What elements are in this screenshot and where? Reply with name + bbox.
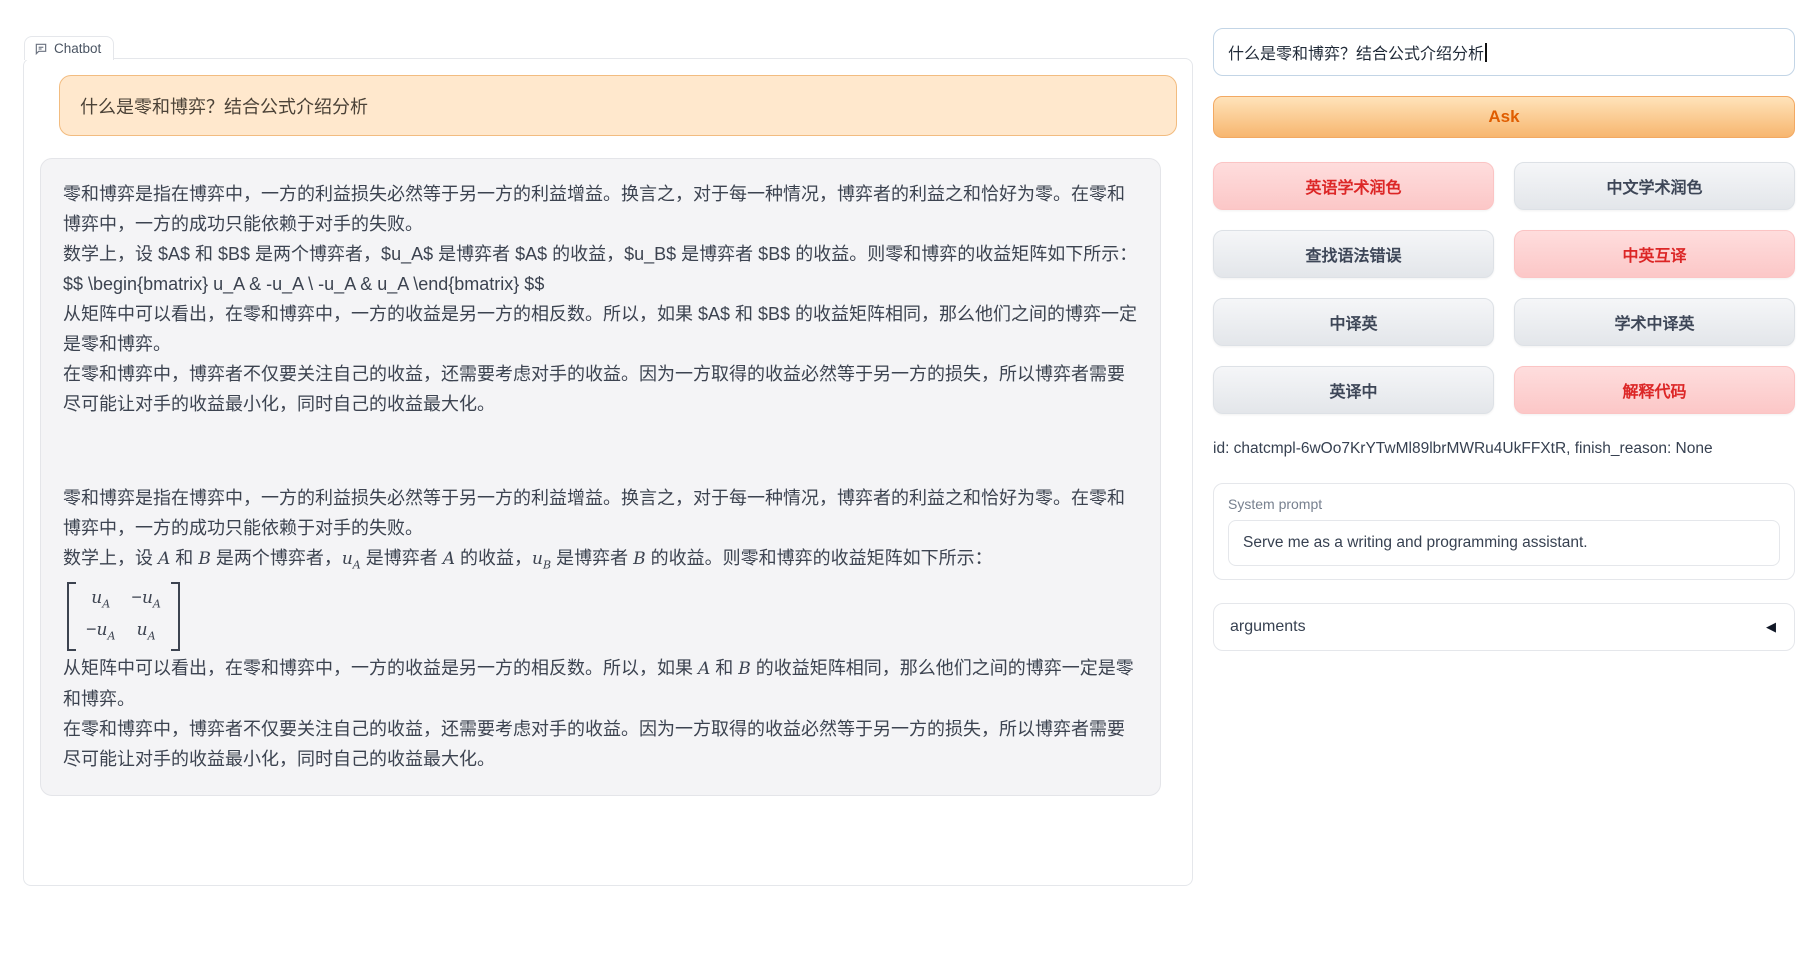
bot-paragraph-raw-2: 数学上，设 $A$ 和 $B$ 是两个博弈者，$u_A$ 是博弈者 $A$ 的收…	[63, 239, 1138, 269]
chat-bubble-icon	[34, 42, 48, 56]
quick-action-zh-to-en[interactable]: 中译英	[1213, 298, 1494, 346]
text-caret	[1485, 43, 1487, 62]
bot-paragraph-rendered-2: 数学上，设 A 和 B 是两个博弈者，uA 是博弈者 A 的收益，uB 是博弈者…	[63, 543, 1138, 580]
matrix-left-bracket	[67, 582, 76, 651]
question-input[interactable]: 什么是零和博弈？结合公式介绍分析	[1213, 28, 1795, 76]
bot-message-bubble: 零和博弈是指在博弈中，一方的利益损失必然等于另一方的利益增益。换言之，对于每一种…	[40, 158, 1161, 796]
system-prompt-value: Serve me as a writing and programming as…	[1243, 534, 1588, 552]
clipped-page-title	[902, 0, 1042, 8]
quick-action-chinese-polish[interactable]: 中文学术润色	[1514, 162, 1795, 210]
bot-paragraph-raw-3: 从矩阵中可以看出，在零和博弈中，一方的收益是另一方的相反数。所以，如果 $A$ …	[63, 299, 1138, 359]
bot-paragraph-rendered-1: 零和博弈是指在博弈中，一方的利益损失必然等于另一方的利益增益。换言之，对于每一种…	[63, 483, 1138, 543]
user-message-bubble: 什么是零和博弈？结合公式介绍分析	[59, 75, 1177, 136]
quick-actions-grid: 英语学术润色 中文学术润色 查找语法错误 中英互译 中译英 学术中译英 英译中 …	[1213, 162, 1795, 414]
ask-button[interactable]: Ask	[1213, 96, 1795, 138]
chatbot-panel-label: Chatbot	[24, 36, 114, 60]
matrix-cell-11: uA	[131, 617, 160, 648]
bot-paragraph-raw-1: 零和博弈是指在博弈中，一方的利益损失必然等于另一方的利益增益。换言之，对于每一种…	[63, 179, 1138, 239]
payoff-matrix: uA −uA −uA uA	[67, 582, 180, 651]
chatbot-panel: Chatbot 什么是零和博弈？结合公式介绍分析 零和博弈是指在博弈中，一方的利…	[23, 58, 1193, 886]
quick-action-en-to-zh[interactable]: 英译中	[1213, 366, 1494, 414]
arguments-accordion-label: arguments	[1230, 618, 1306, 636]
system-prompt-panel: System prompt Serve me as a writing and …	[1213, 483, 1795, 580]
question-input-value: 什么是零和博弈？结合公式介绍分析	[1228, 40, 1484, 64]
user-message-text: 什么是零和博弈？结合公式介绍分析	[80, 93, 368, 119]
quick-action-zh-en-mutual-translate[interactable]: 中英互译	[1514, 230, 1795, 278]
quick-action-english-polish[interactable]: 英语学术润色	[1213, 162, 1494, 210]
bot-paragraph-rendered-4: 在零和博弈中，博弈者不仅要关注自己的收益，还需要考虑对手的收益。因为一方取得的收…	[63, 714, 1138, 774]
chatbot-panel-label-text: Chatbot	[54, 41, 101, 56]
accordion-collapse-icon: ◀	[1766, 619, 1776, 635]
quick-action-find-grammar-errors[interactable]: 查找语法错误	[1213, 230, 1494, 278]
matrix-cell-10: −uA	[86, 617, 115, 648]
response-id-line: id: chatcmpl-6wOo7KrYTwMl89lbrMWRu4UkFFX…	[1213, 440, 1795, 458]
quick-action-academic-zh-to-en[interactable]: 学术中译英	[1514, 298, 1795, 346]
arguments-accordion-header[interactable]: arguments ◀	[1213, 603, 1795, 651]
bot-paragraph-raw-latex: $$ \begin{bmatrix} u_A & -u_A \ -u_A & u…	[63, 269, 1138, 299]
bot-paragraph-rendered-3: 从矩阵中可以看出，在零和博弈中，一方的收益是另一方的相反数。所以，如果 A 和 …	[63, 653, 1138, 714]
matrix-cell-01: −uA	[131, 585, 160, 616]
paragraph-gap	[63, 419, 1138, 483]
matrix-right-bracket	[171, 582, 180, 651]
system-prompt-label: System prompt	[1228, 496, 1780, 512]
bot-paragraph-raw-4: 在零和博弈中，博弈者不仅要关注自己的收益，还需要考虑对手的收益。因为一方取得的收…	[63, 359, 1138, 419]
matrix-cell-00: uA	[86, 585, 115, 616]
system-prompt-input[interactable]: Serve me as a writing and programming as…	[1228, 520, 1780, 566]
quick-action-explain-code[interactable]: 解释代码	[1514, 366, 1795, 414]
